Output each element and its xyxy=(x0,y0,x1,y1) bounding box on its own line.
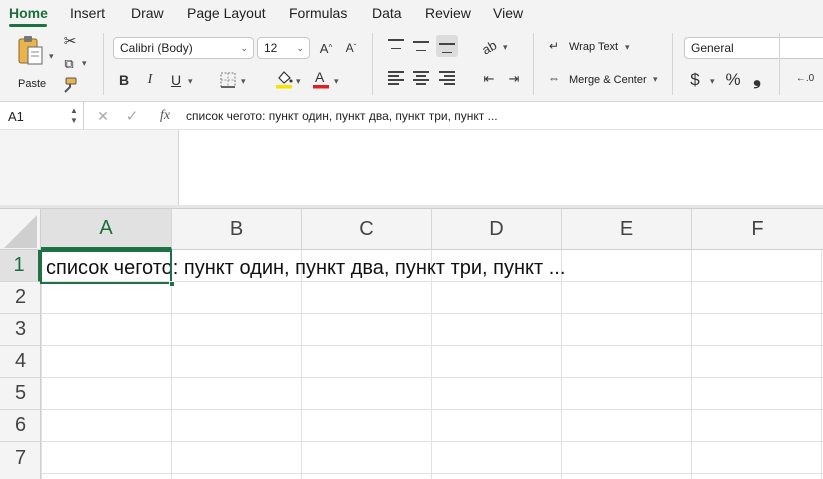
font-color-icon[interactable]: A xyxy=(312,69,330,89)
tab-data[interactable]: Data xyxy=(372,5,402,21)
name-box[interactable]: A1 ▲ ▼ xyxy=(0,102,84,130)
paste-icon xyxy=(18,36,43,65)
row-header-2[interactable]: 2 xyxy=(0,282,41,314)
bold-button[interactable]: B xyxy=(116,71,132,89)
font-size-value: 12 xyxy=(264,41,278,55)
column-header-b[interactable]: B xyxy=(172,209,302,250)
cancel-icon[interactable]: ✕ xyxy=(95,108,111,124)
format-painter-icon[interactable] xyxy=(61,77,78,93)
insert-function-icon[interactable]: fx xyxy=(155,108,175,124)
align-bottom-icon xyxy=(439,43,455,53)
font-size-select[interactable]: 12 ⌄ xyxy=(257,37,310,59)
row-header-5[interactable]: 5 xyxy=(0,378,41,410)
font-name-value: Calibri (Body) xyxy=(120,41,193,55)
paste-button[interactable]: ▾ Paste xyxy=(12,35,56,95)
svg-text:A: A xyxy=(315,69,325,85)
tab-insert[interactable]: Insert xyxy=(70,5,105,21)
fill-color-icon[interactable] xyxy=(275,69,293,89)
tab-formulas[interactable]: Formulas xyxy=(289,5,347,21)
chevron-down-icon[interactable]: ▾ xyxy=(334,76,339,87)
chevron-down-icon[interactable]: ▾ xyxy=(241,76,246,87)
chevron-down-icon[interactable]: ▾ xyxy=(82,58,87,69)
chevron-down-icon: ⌄ xyxy=(296,43,304,53)
chevron-down-icon[interactable]: ▾ xyxy=(710,76,715,87)
align-middle-icon[interactable] xyxy=(413,41,429,51)
row-header-1[interactable]: 1 xyxy=(0,250,41,282)
select-all-button[interactable] xyxy=(0,209,41,250)
underline-button[interactable]: U xyxy=(168,71,184,89)
column-headers: A B C D E F xyxy=(0,209,823,250)
column-header-e[interactable]: E xyxy=(562,209,692,250)
formula-bar: A1 ▲ ▼ ✕ ✓ fx список чегото: пункт один,… xyxy=(0,102,823,130)
chevron-up-icon: ▲ xyxy=(70,106,78,115)
wrap-text-label: Wrap Text xyxy=(569,41,619,53)
orientation-icon[interactable]: ab xyxy=(476,34,502,60)
chevron-down-icon: ▾ xyxy=(625,42,630,52)
chevron-down-icon[interactable]: ▾ xyxy=(188,76,193,87)
italic-button[interactable]: I xyxy=(142,71,158,89)
chevron-down-icon[interactable]: ▾ xyxy=(296,76,301,87)
name-box-expanded-panel xyxy=(0,130,179,205)
align-right-icon[interactable] xyxy=(439,71,455,85)
chevron-down-icon[interactable]: ▾ xyxy=(503,42,508,53)
align-bottom-button[interactable] xyxy=(436,35,458,57)
align-top-icon[interactable] xyxy=(388,39,404,49)
column-header-d[interactable]: D xyxy=(432,209,562,250)
wrap-text-button[interactable]: ↵ Wrap Text ▾ xyxy=(546,37,636,57)
font-name-select[interactable]: Calibri (Body) ⌄ xyxy=(113,37,254,59)
borders-icon[interactable] xyxy=(220,72,236,88)
row-header-3[interactable]: 3 xyxy=(0,314,41,346)
enter-icon[interactable]: ✓ xyxy=(124,108,140,124)
fill-handle[interactable] xyxy=(169,281,175,287)
column-header-c[interactable]: C xyxy=(302,209,432,250)
number-format-select[interactable]: General xyxy=(684,37,823,59)
merge-center-label: Merge & Center xyxy=(569,74,647,86)
row-header-4[interactable]: 4 xyxy=(0,346,41,378)
cut-icon[interactable]: ✂ xyxy=(62,33,78,49)
tab-review[interactable]: Review xyxy=(425,5,471,21)
column-header-a[interactable]: A xyxy=(41,209,172,250)
cell-grid[interactable] xyxy=(41,250,823,479)
column-header-f[interactable]: F xyxy=(692,209,823,250)
merge-center-icon: ⇔ xyxy=(548,71,560,85)
comma-style-icon[interactable]: ❟ xyxy=(750,68,764,88)
chevron-down-icon: ⌄ xyxy=(240,43,248,53)
tab-home[interactable]: Home xyxy=(9,5,48,21)
tab-page-layout[interactable]: Page Layout xyxy=(187,5,266,21)
tab-draw[interactable]: Draw xyxy=(131,5,164,21)
wrap-text-icon: ↵ xyxy=(548,39,560,53)
percent-icon[interactable]: % xyxy=(724,70,742,88)
name-box-value: A1 xyxy=(8,109,24,124)
ribbon-tabs: Home Insert Draw Page Layout Formulas Da… xyxy=(0,0,823,27)
align-center-icon[interactable] xyxy=(413,71,429,85)
row-header-7[interactable]: 7 xyxy=(0,442,41,474)
decrease-font-size-icon[interactable]: Aˇ xyxy=(341,39,361,57)
formula-input[interactable]: список чегото: пункт один, пункт два, пу… xyxy=(186,109,498,123)
chevron-down-icon: ▾ xyxy=(653,74,658,84)
merge-center-button[interactable]: ⇔ Merge & Center ▾ xyxy=(546,69,664,89)
align-left-icon[interactable] xyxy=(388,71,404,85)
paste-label: Paste xyxy=(18,78,47,90)
ribbon-home: ▾ Paste ✂ ⧉ ▾ Calibri (Body) ⌄ 12 ⌄ A ^ A… xyxy=(0,27,823,102)
copy-icon[interactable]: ⧉ xyxy=(61,55,77,71)
chevron-down-icon[interactable]: ▾ xyxy=(49,51,54,62)
row-headers: 1 2 3 4 5 6 7 xyxy=(0,250,41,479)
row-header-6[interactable]: 6 xyxy=(0,410,41,442)
select-all-triangle-icon xyxy=(4,215,37,248)
tab-view[interactable]: View xyxy=(493,5,523,21)
active-cell-outline[interactable] xyxy=(40,250,172,284)
increase-indent-icon[interactable]: ⇥ xyxy=(505,70,523,86)
formula-expanded-area xyxy=(0,130,823,205)
number-format-value: General xyxy=(691,41,734,55)
increase-font-size-icon[interactable]: A ^ xyxy=(316,39,336,57)
chevron-down-icon: ▼ xyxy=(70,116,78,125)
currency-icon[interactable]: $ xyxy=(688,70,702,88)
increase-decimal-icon[interactable]: ←.0 xyxy=(790,71,820,87)
decrease-indent-icon[interactable]: ⇤ xyxy=(480,70,498,86)
